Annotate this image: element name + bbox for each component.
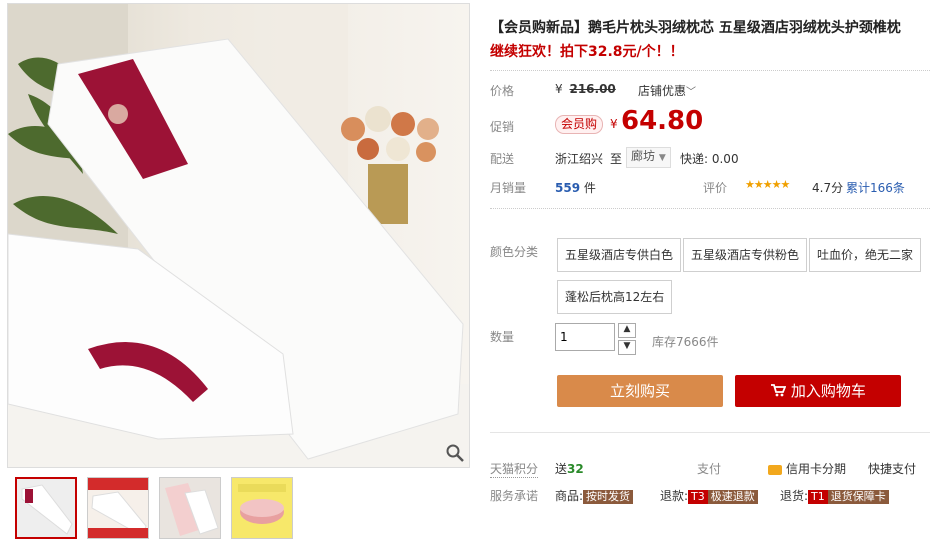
ship-from: 浙江绍兴 — [555, 152, 604, 166]
credit-label: 信用卡分期 — [786, 462, 847, 476]
service-return: 退货: T1 退货保障卡 — [780, 487, 889, 504]
on-time-badge: 按时发货 — [583, 490, 634, 504]
points-value: 送32 — [555, 460, 584, 477]
divider — [490, 70, 930, 71]
service-goods: 商品: 按时发货 — [555, 487, 634, 504]
thumbnail-3[interactable] — [159, 477, 221, 539]
fast-refund-badge: 极速退款 — [707, 490, 758, 504]
divider — [490, 208, 930, 209]
refund-code-badge: T3 — [688, 490, 708, 504]
pay-label: 支付 — [697, 462, 722, 476]
increment-button[interactable]: ▲ — [618, 323, 636, 338]
thumbnail-1[interactable] — [15, 477, 77, 539]
thumbnail-strip — [15, 477, 293, 539]
return-guarantee-badge: 退货保障卡 — [827, 490, 889, 504]
destination-select[interactable]: 廊坊 ▼ — [626, 147, 671, 168]
option-white[interactable]: 五星级酒店专供白色 — [557, 238, 682, 272]
monthly-sales-label: 月销量 — [490, 181, 527, 195]
option-height[interactable]: 蓬松后枕高12左右 — [557, 280, 673, 314]
quantity-input[interactable] — [555, 323, 615, 351]
service-refund: 退款: T3 极速退款 — [660, 487, 758, 504]
caret-up-icon: ▲ — [623, 324, 631, 334]
promo-label: 促销 — [490, 120, 515, 134]
cart-icon — [770, 376, 787, 408]
review-total-link[interactable]: 累计166条 — [846, 179, 905, 196]
chevron-down-icon: ﹀ — [686, 87, 697, 98]
express-fee: 快递: 0.00 — [680, 152, 739, 166]
caret-down-icon: ▼ — [658, 153, 666, 163]
store-discount-dropdown[interactable]: 店铺优惠﹀ — [638, 82, 696, 99]
points-send: 送 — [555, 462, 568, 476]
color-options-label: 颜色分类 — [490, 245, 539, 259]
monthly-sales: 559 件 — [555, 179, 596, 196]
buy-now-button[interactable]: 立刻购买 — [557, 375, 723, 407]
pillow-photo — [8, 4, 469, 467]
quick-pay[interactable]: 快捷支付 — [868, 460, 916, 477]
goods-label: 商品: — [555, 489, 584, 503]
return-code-badge: T1 — [808, 490, 828, 504]
rating-score: 4.7分 — [812, 181, 844, 195]
ship-to-word: 至 — [610, 152, 623, 166]
member-badge: 会员购 — [555, 115, 604, 134]
product-title: 【会员购新品】鹅毛片枕头羽绒枕芯 五星级酒店羽绒枕头护颈椎枕 — [490, 20, 901, 36]
rating-label: 评价 — [703, 181, 728, 195]
promo-currency: ¥ — [610, 117, 618, 131]
option-pink[interactable]: 五星级酒店专供粉色 — [683, 238, 808, 272]
caret-down-icon: ▼ — [623, 341, 631, 351]
shipping-label: 配送 — [490, 152, 515, 166]
credit-installment[interactable]: 信用卡分期 — [768, 460, 846, 477]
add-to-cart-button[interactable]: 加入购物车 — [735, 375, 901, 407]
tmall-points-label: 天猫积分 — [490, 462, 539, 478]
sales-count: 559 — [555, 181, 581, 195]
store-discount-label: 店铺优惠 — [638, 84, 687, 98]
price-label: 价格 — [490, 84, 515, 98]
divider — [490, 432, 930, 433]
add-to-cart-label: 加入购物车 — [790, 382, 866, 400]
promo-price: 64.80 — [621, 106, 704, 136]
decrement-button[interactable]: ▼ — [618, 340, 636, 355]
zoom-icon[interactable] — [445, 443, 465, 463]
product-subtitle: 继续狂欢！拍下32.8元/个！！ — [490, 44, 684, 60]
points-amount: 32 — [567, 462, 584, 476]
credit-card-icon — [768, 464, 782, 475]
currency-symbol: ¥ — [555, 82, 563, 96]
thumbnail-4[interactable] — [231, 477, 293, 539]
destination-value: 廊坊 — [631, 149, 656, 163]
thumbnail-2[interactable] — [87, 477, 149, 539]
original-price: ¥ 216.00 — [555, 82, 616, 96]
quantity-label: 数量 — [490, 330, 515, 344]
return-label: 退货: — [780, 489, 809, 503]
original-price-value: 216.00 — [569, 82, 616, 96]
product-main-image[interactable] — [7, 3, 470, 468]
option-special-price[interactable]: 吐血价，绝无二家 — [809, 238, 922, 272]
stock-count: 库存7666件 — [652, 335, 719, 349]
rating-stars-icon: ★★★★★ — [745, 178, 790, 191]
service-label: 服务承诺 — [490, 489, 539, 503]
refund-label: 退款: — [660, 489, 689, 503]
sales-unit: 件 — [583, 181, 596, 195]
